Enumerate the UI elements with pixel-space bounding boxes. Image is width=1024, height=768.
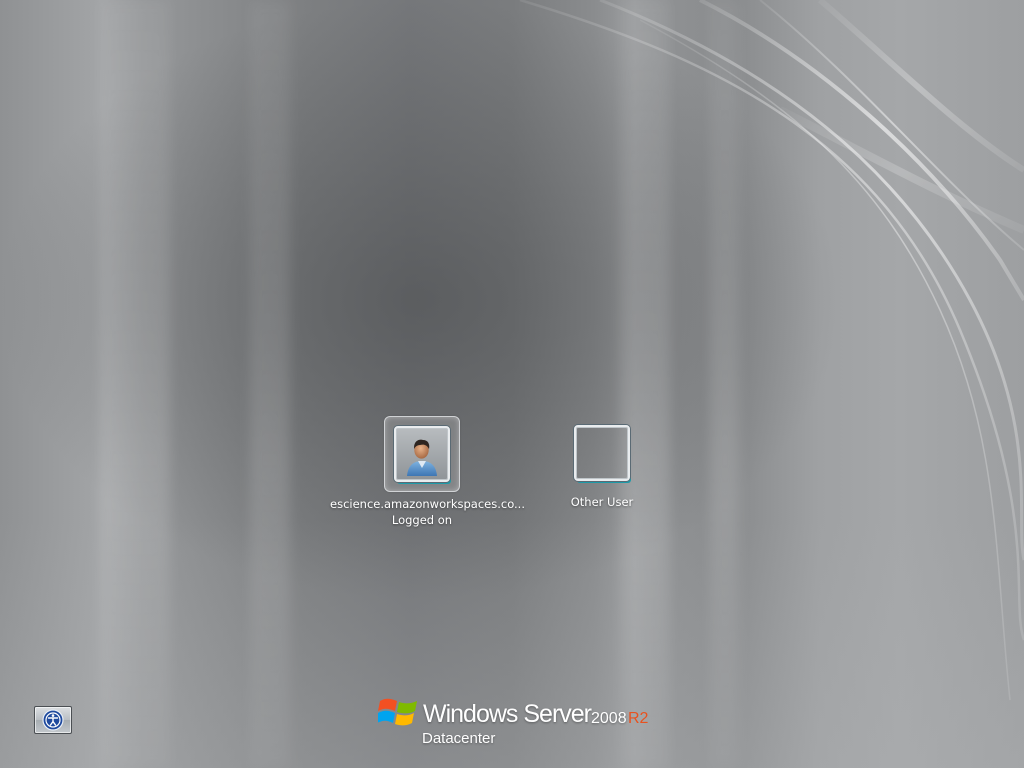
- light-swoosh-graphic: [519, 0, 1024, 701]
- user-name-label: escience.amazonworkspaces.co...: [330, 497, 525, 511]
- windows-flag-logo: [378, 698, 417, 726]
- logon-screen: escience.amazonworkspaces.co... Logged o…: [0, 0, 1024, 768]
- product-release: R2: [628, 710, 649, 727]
- product-version: 2008: [591, 710, 627, 727]
- user-tile-frame[interactable]: [565, 416, 639, 490]
- other-user-label: Other User: [570, 495, 634, 509]
- user-tile-other[interactable]: Other User: [548, 416, 656, 510]
- user-status-label: Logged on: [391, 513, 453, 527]
- user-picture-frame[interactable]: [394, 426, 450, 482]
- blank-user-picture-frame[interactable]: [574, 425, 630, 481]
- ease-of-access-icon: [42, 709, 64, 731]
- ease-of-access-button[interactable]: [34, 706, 72, 734]
- windows-branding: Windows Server 2008 R2 Datacenter: [378, 692, 668, 752]
- user-tile-current[interactable]: escience.amazonworkspaces.co... Logged o…: [330, 416, 525, 528]
- product-name: Windows Server: [423, 700, 592, 728]
- user-tile-frame[interactable]: [384, 416, 460, 492]
- product-edition: Datacenter: [422, 730, 496, 747]
- user-avatar-icon: [407, 439, 437, 476]
